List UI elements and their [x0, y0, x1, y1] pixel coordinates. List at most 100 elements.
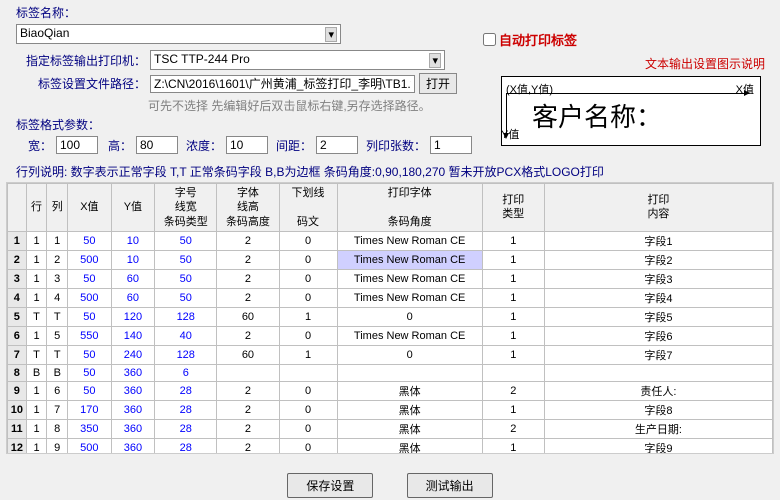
table-cell[interactable]: 60 — [217, 345, 279, 364]
table-cell[interactable]: 1 — [26, 381, 47, 400]
table-cell[interactable]: 黑体 — [337, 419, 482, 438]
table-row[interactable]: 11150105020Times New Roman CE1字段1 — [8, 231, 773, 250]
table-cell[interactable]: Times New Roman CE — [337, 326, 482, 345]
table-cell[interactable]: 360 — [111, 364, 155, 381]
table-cell[interactable]: 140 — [111, 326, 155, 345]
table-cell[interactable]: 500 — [68, 250, 112, 269]
table-cell[interactable]: 0 — [337, 345, 482, 364]
table-cell[interactable]: 50 — [68, 381, 112, 400]
table-cell[interactable]: 1 — [482, 250, 544, 269]
table-cell[interactable]: 1 — [26, 438, 47, 454]
table-cell[interactable]: 10 — [8, 400, 27, 419]
table-cell[interactable]: 1 — [26, 250, 47, 269]
table-cell[interactable]: 3 — [47, 269, 68, 288]
data-table-wrap[interactable]: 行列X值Y值字号线宽条码类型字体线高条码高度下划线码文打印字体条码角度打印类型打… — [6, 182, 774, 454]
table-cell[interactable]: 1 — [279, 307, 337, 326]
table-cell[interactable]: 120 — [111, 307, 155, 326]
table-cell[interactable]: 170 — [68, 400, 112, 419]
table-cell[interactable]: Times New Roman CE — [337, 250, 482, 269]
table-cell[interactable]: 360 — [111, 438, 155, 454]
table-cell[interactable]: 240 — [111, 345, 155, 364]
table-cell[interactable]: 1 — [26, 269, 47, 288]
table-cell[interactable]: 6 — [155, 364, 217, 381]
table-cell[interactable]: Times New Roman CE — [337, 288, 482, 307]
table-cell[interactable]: 6 — [47, 381, 68, 400]
table-cell[interactable]: 7 — [47, 400, 68, 419]
table-cell[interactable]: 1 — [482, 345, 544, 364]
table-cell[interactable]: 字段1 — [544, 231, 772, 250]
table-cell[interactable]: 1 — [482, 326, 544, 345]
table-cell[interactable]: 500 — [68, 438, 112, 454]
table-cell[interactable]: 28 — [155, 381, 217, 400]
table-cell[interactable]: 1 — [26, 288, 47, 307]
table-cell[interactable]: 0 — [279, 381, 337, 400]
table-cell[interactable]: 360 — [111, 419, 155, 438]
table-cell[interactable]: 28 — [155, 419, 217, 438]
copies-input[interactable] — [430, 136, 472, 154]
table-cell[interactable]: 5 — [47, 326, 68, 345]
table-cell[interactable]: 0 — [279, 231, 337, 250]
table-cell[interactable]: 2 — [217, 269, 279, 288]
table-cell[interactable]: 4 — [8, 288, 27, 307]
table-cell[interactable]: 60 — [111, 269, 155, 288]
table-cell[interactable]: 2 — [217, 438, 279, 454]
configpath-input[interactable] — [150, 75, 415, 93]
table-cell[interactable]: 60 — [217, 307, 279, 326]
table-cell[interactable]: 1 — [26, 400, 47, 419]
table-cell[interactable]: 8 — [47, 419, 68, 438]
table-cell[interactable]: 黑体 — [337, 400, 482, 419]
table-cell[interactable]: 50 — [68, 269, 112, 288]
autoprint-checkbox[interactable] — [483, 33, 496, 46]
table-cell[interactable]: 500 — [68, 288, 112, 307]
table-cell[interactable]: 8 — [8, 364, 27, 381]
table-row[interactable]: 5TT5012012860101字段5 — [8, 307, 773, 326]
table-cell[interactable]: 60 — [111, 288, 155, 307]
table-cell[interactable]: 50 — [155, 231, 217, 250]
table-cell[interactable]: 360 — [111, 400, 155, 419]
table-cell[interactable]: 1 — [482, 288, 544, 307]
table-row[interactable]: 11183503602820黑体2生产日期: — [8, 419, 773, 438]
table-cell[interactable]: 1 — [482, 231, 544, 250]
table-cell[interactable]: T — [26, 345, 47, 364]
table-cell[interactable]: 0 — [279, 250, 337, 269]
width-input[interactable] — [56, 136, 98, 154]
table-cell[interactable]: 1 — [26, 326, 47, 345]
table-cell[interactable]: 50 — [155, 288, 217, 307]
table-cell[interactable]: B — [26, 364, 47, 381]
table-cell[interactable]: 3 — [8, 269, 27, 288]
table-cell[interactable]: 350 — [68, 419, 112, 438]
table-cell[interactable]: 7 — [8, 345, 27, 364]
table-cell[interactable]: 2 — [47, 250, 68, 269]
table-cell[interactable]: 2 — [217, 231, 279, 250]
table-cell[interactable]: 50 — [68, 364, 112, 381]
table-cell[interactable]: 50 — [68, 231, 112, 250]
table-cell[interactable]: 50 — [68, 345, 112, 364]
table-cell[interactable]: 128 — [155, 345, 217, 364]
table-cell[interactable]: 1 — [482, 400, 544, 419]
table-cell[interactable]: 1 — [26, 419, 47, 438]
table-cell[interactable]: 128 — [155, 307, 217, 326]
table-cell[interactable] — [544, 364, 772, 381]
data-table[interactable]: 行列X值Y值字号线宽条码类型字体线高条码高度下划线码文打印字体条码角度打印类型打… — [7, 183, 773, 454]
table-cell[interactable]: 2 — [217, 419, 279, 438]
table-cell[interactable]: 5 — [8, 307, 27, 326]
table-cell[interactable]: 50 — [68, 307, 112, 326]
table-cell[interactable]: T — [47, 345, 68, 364]
table-cell[interactable]: 字段8 — [544, 400, 772, 419]
table-cell[interactable] — [482, 364, 544, 381]
table-cell[interactable]: 0 — [279, 288, 337, 307]
table-cell[interactable]: 2 — [8, 250, 27, 269]
table-cell[interactable]: 0 — [279, 438, 337, 454]
table-cell[interactable]: 字段2 — [544, 250, 772, 269]
table-cell[interactable]: 50 — [155, 250, 217, 269]
table-cell[interactable]: 4 — [47, 288, 68, 307]
table-cell[interactable]: 黑体 — [337, 438, 482, 454]
table-cell[interactable]: 2 — [217, 288, 279, 307]
table-cell[interactable]: 2 — [482, 381, 544, 400]
table-cell[interactable]: 2 — [217, 326, 279, 345]
save-settings-button[interactable]: 保存设置 — [287, 473, 373, 498]
table-cell[interactable]: 1 — [482, 307, 544, 326]
table-cell[interactable]: 0 — [337, 307, 482, 326]
table-cell[interactable]: 2 — [217, 400, 279, 419]
table-cell[interactable]: Times New Roman CE — [337, 269, 482, 288]
